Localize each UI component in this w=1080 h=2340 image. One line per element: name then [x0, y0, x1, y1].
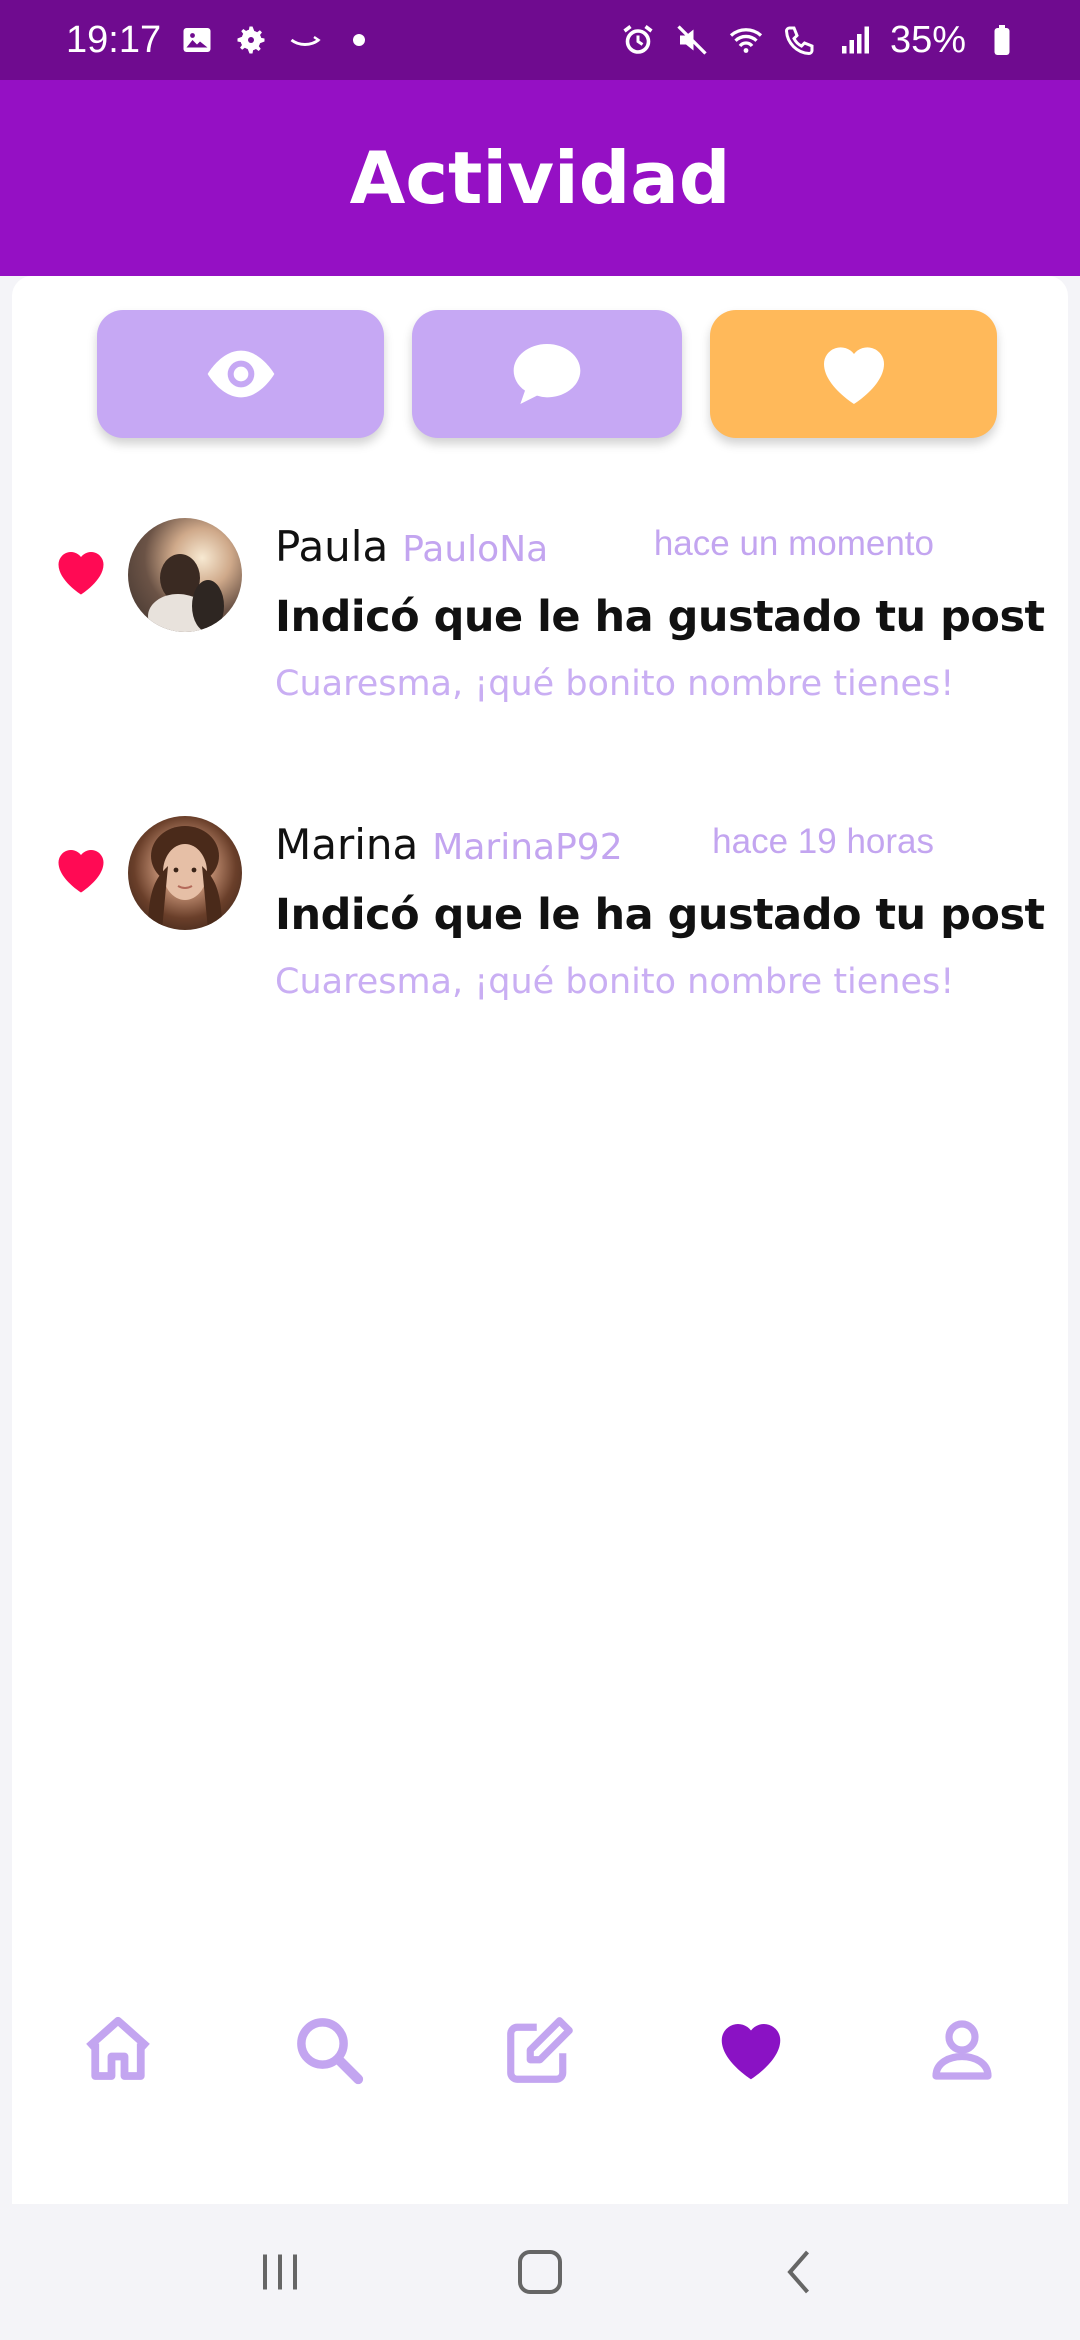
bottom-nav — [12, 1990, 1068, 2110]
app-bar: Actividad — [0, 80, 1080, 276]
search-icon — [296, 2018, 363, 2085]
activity-time: hace un momento — [653, 524, 934, 563]
back-icon — [787, 2250, 810, 2294]
heart-icon — [50, 542, 112, 602]
activity-time: hace 19 horas — [712, 822, 934, 861]
heart-icon — [823, 347, 884, 404]
activity-item[interactable]: Marina MarinaP92 hace 19 horas Indicó que… — [12, 816, 1068, 1016]
home-icon — [85, 2016, 150, 2080]
recents-button[interactable] — [240, 2232, 320, 2312]
amazon-icon — [287, 22, 323, 58]
image-icon — [179, 22, 215, 58]
signal-icon — [836, 22, 872, 58]
status-bar: 19:17 35% — [0, 0, 1080, 80]
activity-title: Indicó que le ha gustado tu post — [275, 592, 1045, 642]
activity-post-text: Cuaresma, ¡qué bonito nombre tienes! — [275, 664, 955, 704]
nav-search[interactable] — [279, 2000, 379, 2100]
filter-likes-button[interactable] — [710, 310, 997, 438]
activity-content: Paula PauloNa hace un momento Indicó que … — [12, 276, 1068, 2204]
battery-percent: 35% — [889, 18, 966, 61]
battery-icon — [984, 22, 1020, 58]
page-title: Actividad — [349, 136, 731, 220]
wifi-call-icon — [782, 22, 818, 58]
activity-post-text: Cuaresma, ¡qué bonito nombre tienes! — [275, 962, 955, 1002]
system-nav-bar — [0, 2204, 1080, 2340]
user-handle[interactable]: PauloNa — [402, 529, 548, 570]
recents-icon — [263, 2254, 297, 2290]
home-square-icon — [518, 2250, 562, 2294]
activity-filters — [12, 310, 1068, 440]
nav-activity[interactable] — [701, 2000, 801, 2100]
filter-comments-button[interactable] — [412, 310, 682, 438]
nav-create[interactable] — [490, 2000, 590, 2100]
activity-title: Indicó que le ha gustado tu post — [275, 890, 1045, 940]
user-name[interactable]: Marina — [275, 820, 418, 869]
avatar[interactable] — [128, 816, 242, 930]
heart-icon — [50, 840, 112, 900]
nav-home[interactable] — [68, 2000, 168, 2100]
dot-icon — [341, 22, 377, 58]
avatar[interactable] — [128, 518, 242, 632]
comment-icon — [513, 344, 581, 404]
gear-icon — [233, 22, 269, 58]
back-button[interactable] — [760, 2232, 840, 2312]
home-button[interactable] — [500, 2232, 580, 2312]
filter-views-button[interactable] — [97, 310, 384, 438]
edit-icon — [507, 2017, 573, 2083]
user-handle[interactable]: MarinaP92 — [432, 827, 622, 868]
user-name[interactable]: Paula — [275, 522, 388, 571]
wifi-icon — [728, 22, 764, 58]
nav-profile[interactable] — [912, 2000, 1012, 2100]
alarm-icon — [620, 22, 656, 58]
eye-icon — [207, 350, 274, 398]
mute-icon — [674, 22, 710, 58]
status-time: 19:17 — [66, 18, 162, 61]
profile-icon — [932, 2020, 992, 2080]
activity-item[interactable]: Paula PauloNa hace un momento Indicó que … — [12, 518, 1068, 718]
heart-icon — [721, 2024, 781, 2080]
